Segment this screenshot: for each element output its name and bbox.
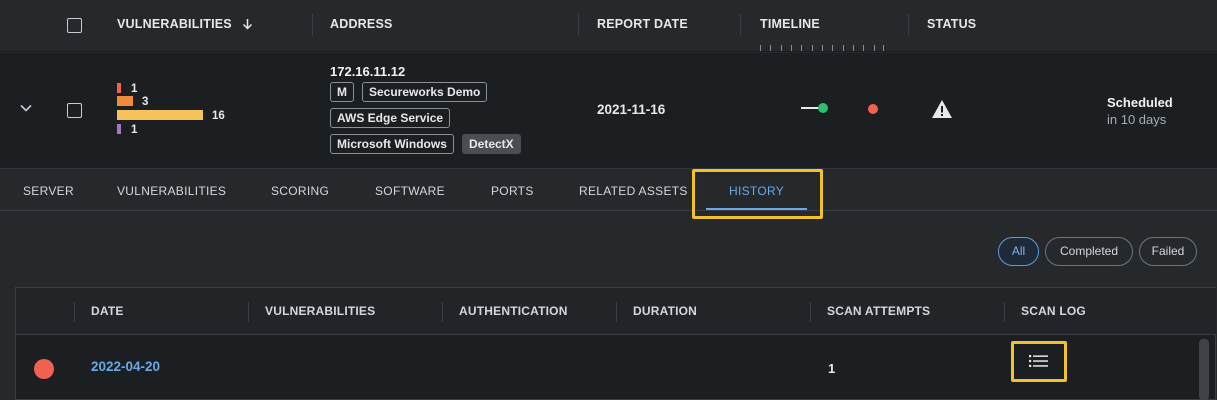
col-report-date[interactable]: REPORT DATE (597, 17, 688, 31)
tag-aws-edge-service[interactable]: AWS Edge Service (330, 108, 451, 128)
filter-completed-button[interactable]: Completed (1045, 237, 1133, 266)
vuln-count-low: 1 (131, 124, 138, 136)
history-col-vulnerabilities[interactable]: VULNERABILITIES (265, 304, 375, 318)
status-label: Scheduled (1107, 95, 1173, 110)
tab-related-assets[interactable]: RELATED ASSETS (579, 184, 688, 198)
asset-address[interactable]: 172.16.11.12 (330, 64, 405, 79)
tab-ports[interactable]: PORTS (491, 184, 534, 198)
row-checkbox[interactable] (67, 103, 82, 118)
warning-icon (932, 100, 952, 118)
col-status[interactable]: STATUS (927, 17, 976, 31)
tab-software[interactable]: SOFTWARE (375, 184, 445, 198)
vuln-bar-critical (117, 83, 121, 93)
tag-secureworks-demo[interactable]: Secureworks Demo (362, 82, 488, 102)
history-table-header: DATE VULNERABILITIES AUTHENTICATION DURA… (16, 288, 1216, 335)
tab-server[interactable]: SERVER (23, 184, 74, 198)
scan-log-button[interactable] (1011, 341, 1067, 382)
history-col-scan-log[interactable]: SCAN LOG (1021, 304, 1086, 318)
asset-panel: VULNERABILITIES ADDRESS REPORT DATE TIME… (0, 0, 1217, 400)
col-timeline[interactable]: TIMELINE (760, 17, 820, 31)
scan-status-dot (34, 359, 54, 379)
history-col-duration[interactable]: DURATION (633, 304, 697, 318)
col-vulnerabilities[interactable]: VULNERABILITIES (117, 17, 253, 31)
timeline-ticks (760, 45, 884, 51)
vuln-bar-medium (117, 110, 203, 120)
asset-row[interactable]: 1 3 16 1 172.16.11.12 M Secureworks Demo… (0, 53, 1217, 168)
tab-scoring[interactable]: SCORING (271, 184, 329, 198)
scrollbar-thumb[interactable] (1199, 339, 1209, 400)
tag-microsoft-windows[interactable]: Microsoft Windows (330, 134, 454, 154)
arrow-down-icon (242, 19, 252, 30)
list-icon (1029, 355, 1048, 367)
history-col-authentication[interactable]: AUTHENTICATION (459, 304, 568, 318)
detail-tabs: SERVER VULNERABILITIES SCORING SOFTWARE … (0, 168, 1217, 211)
report-date: 2021-11-16 (597, 102, 666, 117)
scan-attempts-value: 1 (828, 361, 836, 376)
filter-failed-button[interactable]: Failed (1139, 237, 1197, 266)
history-date-link[interactable]: 2022-04-20 (91, 359, 160, 374)
status-sublabel: in 10 days (1107, 112, 1167, 127)
history-col-scan-attempts[interactable]: SCAN ATTEMPTS (827, 304, 930, 318)
tab-vulnerabilities[interactable]: VULNERABILITIES (117, 184, 226, 198)
timeline-scan-dot[interactable] (818, 103, 828, 113)
select-all-checkbox[interactable] (67, 18, 82, 33)
timeline-line (801, 107, 819, 109)
vuln-bar-high (117, 96, 133, 106)
tag-m[interactable]: M (330, 82, 354, 102)
vuln-count-high: 3 (142, 96, 149, 108)
tag-detectx[interactable]: DetectX (462, 134, 521, 154)
col-address[interactable]: ADDRESS (330, 17, 393, 31)
filter-all-button[interactable]: All (998, 237, 1039, 266)
history-tab-highlight (692, 169, 823, 219)
history-col-date[interactable]: DATE (91, 304, 124, 318)
chevron-down-icon[interactable] (19, 101, 33, 115)
vuln-bar-low (117, 124, 121, 134)
timeline-alert-dot[interactable] (868, 104, 878, 114)
vuln-count-critical: 1 (131, 83, 138, 95)
table-header: VULNERABILITIES ADDRESS REPORT DATE TIME… (0, 0, 1217, 52)
vuln-count-medium: 16 (212, 110, 225, 122)
